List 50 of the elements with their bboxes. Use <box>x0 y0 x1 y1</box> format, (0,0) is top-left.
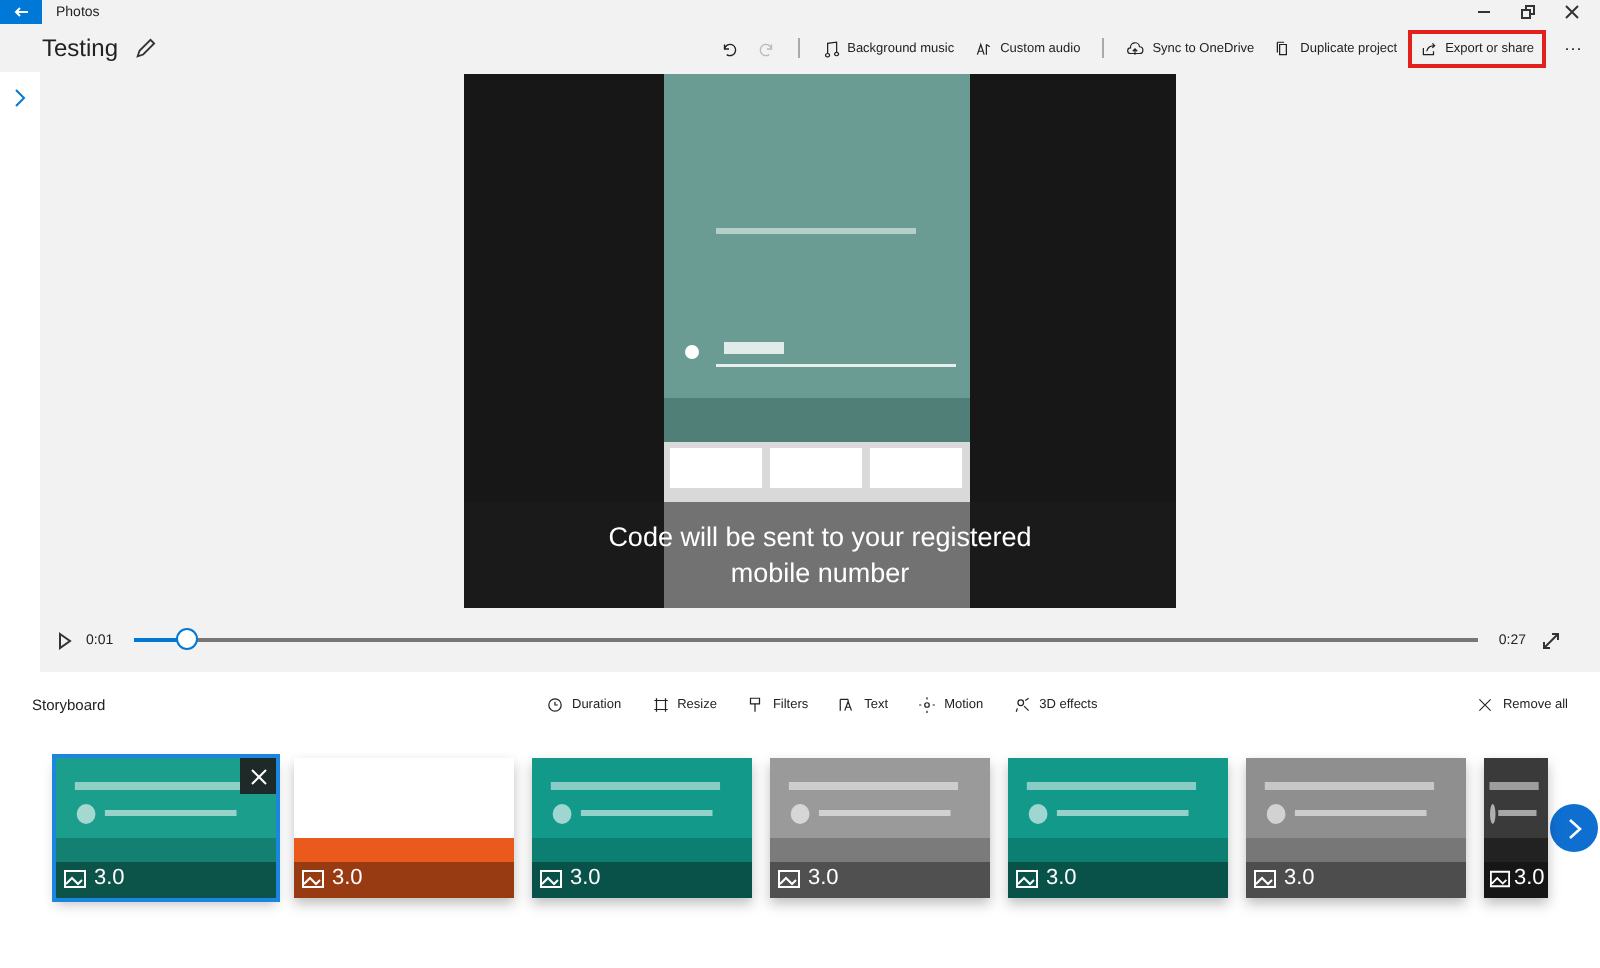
resize-icon <box>651 695 670 713</box>
image-icon <box>540 869 562 887</box>
back-button[interactable] <box>0 0 42 24</box>
image-icon <box>302 869 324 887</box>
clip-duration: 3.0 <box>94 866 125 890</box>
close-icon <box>1476 695 1495 713</box>
remove-clip-button[interactable] <box>240 758 276 794</box>
clip-duration: 3.0 <box>570 866 601 890</box>
image-icon <box>1490 869 1510 887</box>
chevron-icon[interactable] <box>12 88 28 108</box>
clip-duration: 3.0 <box>1284 866 1315 890</box>
motion-icon <box>918 695 937 713</box>
storyboard-clip[interactable]: 3.0 <box>1246 758 1466 898</box>
project-title: Testing <box>42 34 119 62</box>
clip-duration: 3.0 <box>332 866 363 890</box>
music-icon <box>821 39 840 57</box>
seek-thumb[interactable] <box>175 628 198 650</box>
copy-icon <box>1274 39 1293 57</box>
close-icon[interactable] <box>1564 4 1580 20</box>
storyboard-clip[interactable]: 3.0 <box>532 758 752 898</box>
next-button[interactable] <box>1550 804 1598 852</box>
effects-icon <box>1013 695 1032 713</box>
image-icon <box>1254 869 1276 887</box>
filters-icon <box>746 695 765 713</box>
chevron-icon <box>1565 817 1583 839</box>
more-button[interactable]: ··· <box>1554 30 1592 66</box>
redo-icon <box>757 39 776 57</box>
clip-duration: 3.0 <box>1046 866 1077 890</box>
back-arrow-icon <box>13 6 29 18</box>
close-icon <box>249 767 267 785</box>
duration-icon <box>546 695 564 713</box>
expand-icon[interactable] <box>1542 631 1560 649</box>
image-icon <box>778 869 800 887</box>
image-icon <box>64 869 86 887</box>
storyboard-clip[interactable]: 3.0 <box>1008 758 1228 898</box>
clip-duration: 3.0 <box>1514 866 1545 890</box>
storyboard-clip[interactable]: 3.0 <box>56 758 276 898</box>
text-icon <box>838 695 857 713</box>
undo-icon <box>719 39 738 57</box>
clip-duration: 3.0 <box>808 866 839 890</box>
pencil-icon[interactable] <box>134 37 157 59</box>
storyboard-clip[interactable]: 3.0 <box>294 758 514 898</box>
image-icon <box>1016 869 1038 887</box>
audio-icon <box>974 39 993 57</box>
storyboard-clip[interactable]: 3.0 <box>1484 758 1548 898</box>
play-icon[interactable] <box>56 631 74 649</box>
cloud-icon <box>1126 39 1145 57</box>
storyboard-clip[interactable]: 3.0 <box>770 758 990 898</box>
share-icon <box>1419 39 1438 57</box>
restore-icon[interactable] <box>1520 4 1536 20</box>
